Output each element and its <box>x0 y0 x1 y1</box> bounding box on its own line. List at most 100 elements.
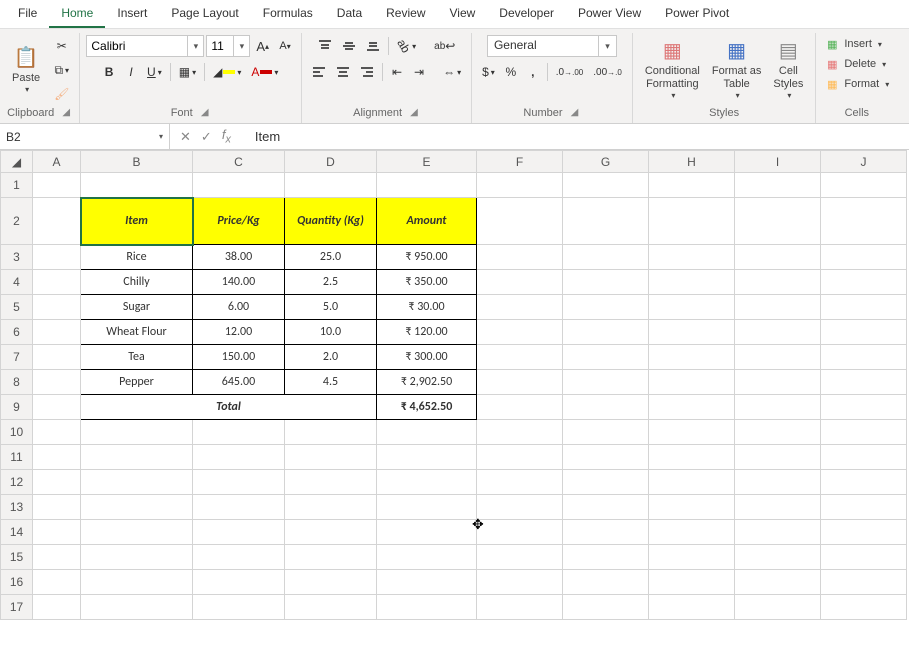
row-header[interactable]: 5 <box>1 295 33 320</box>
tab-home[interactable]: Home <box>49 2 105 28</box>
cell[interactable] <box>735 520 821 545</box>
cell[interactable] <box>735 245 821 270</box>
tab-developer[interactable]: Developer <box>487 2 566 28</box>
tab-view[interactable]: View <box>438 2 488 28</box>
cell[interactable] <box>735 270 821 295</box>
cell[interactable] <box>377 420 477 445</box>
cell[interactable] <box>193 445 285 470</box>
cell[interactable] <box>563 495 649 520</box>
cancel-button[interactable]: ✕ <box>180 129 191 145</box>
cell[interactable] <box>563 370 649 395</box>
tab-page-layout[interactable]: Page Layout <box>159 2 250 28</box>
row-header[interactable]: 12 <box>1 470 33 495</box>
cell[interactable] <box>193 420 285 445</box>
cell[interactable] <box>649 270 735 295</box>
cell[interactable] <box>81 495 193 520</box>
cell-C2[interactable]: Price/Kg <box>193 198 285 245</box>
cell[interactable] <box>33 395 81 420</box>
cell[interactable] <box>33 320 81 345</box>
delete-cells-button[interactable]: ▦Delete▾ <box>822 55 888 73</box>
tab-data[interactable]: Data <box>325 2 374 28</box>
bold-button[interactable]: B <box>99 61 119 83</box>
cell[interactable] <box>81 570 193 595</box>
decrease-indent-button[interactable]: ⇤ <box>387 61 407 83</box>
cell[interactable] <box>477 520 563 545</box>
conditional-formatting-button[interactable]: ▦ Conditional Formatting▾ <box>639 37 706 103</box>
cell[interactable]: ₹ 350.00 <box>377 270 477 295</box>
row-header[interactable]: 1 <box>1 173 33 198</box>
cell[interactable] <box>649 420 735 445</box>
cell-total-amount[interactable]: ₹ 4,652.50 <box>377 395 477 420</box>
col-header-A[interactable]: A <box>33 151 81 173</box>
row-header[interactable]: 8 <box>1 370 33 395</box>
cell[interactable] <box>477 173 563 198</box>
cell[interactable] <box>477 245 563 270</box>
cell[interactable] <box>563 320 649 345</box>
cell[interactable] <box>377 595 477 620</box>
cell[interactable] <box>477 470 563 495</box>
cell[interactable]: 2.5 <box>285 270 377 295</box>
align-top-button[interactable] <box>314 35 336 57</box>
align-bottom-button[interactable] <box>362 35 384 57</box>
cell[interactable]: 140.00 <box>193 270 285 295</box>
col-header-I[interactable]: I <box>735 151 821 173</box>
cell[interactable]: 6.00 <box>193 295 285 320</box>
row-header[interactable]: 10 <box>1 420 33 445</box>
cell[interactable] <box>33 370 81 395</box>
format-cells-button[interactable]: ▦Format▾ <box>822 75 891 93</box>
cell[interactable] <box>81 595 193 620</box>
cell[interactable] <box>477 370 563 395</box>
cell[interactable] <box>33 245 81 270</box>
underline-button[interactable]: U▾ <box>143 61 166 83</box>
col-header-F[interactable]: F <box>477 151 563 173</box>
cell[interactable] <box>477 395 563 420</box>
number-format-combo[interactable]: General ▾ <box>487 35 617 57</box>
name-box[interactable]: B2 ▾ <box>0 124 170 149</box>
cell[interactable] <box>821 420 907 445</box>
cell[interactable]: ₹ 300.00 <box>377 345 477 370</box>
cell[interactable] <box>477 420 563 445</box>
cell[interactable] <box>33 295 81 320</box>
cell[interactable] <box>33 470 81 495</box>
cell[interactable] <box>193 520 285 545</box>
cell[interactable] <box>735 320 821 345</box>
cell[interactable]: Tea <box>81 345 193 370</box>
cell[interactable] <box>377 520 477 545</box>
cell[interactable] <box>285 420 377 445</box>
format-as-table-button[interactable]: ▦ Format as Table▾ <box>706 37 768 103</box>
decrease-decimal-button[interactable]: .00→.0 <box>589 61 626 83</box>
cell[interactable]: Chilly <box>81 270 193 295</box>
cell[interactable]: Wheat Flour <box>81 320 193 345</box>
cell[interactable]: 12.00 <box>193 320 285 345</box>
cell[interactable] <box>33 595 81 620</box>
col-header-H[interactable]: H <box>649 151 735 173</box>
cell[interactable] <box>81 520 193 545</box>
cell[interactable] <box>821 495 907 520</box>
cell[interactable] <box>821 545 907 570</box>
cell-D2[interactable]: Quantity (Kg) <box>285 198 377 245</box>
increase-font-button[interactable]: A▴ <box>252 35 273 57</box>
insert-function-button[interactable]: fx <box>222 127 231 146</box>
cell[interactable]: 4.5 <box>285 370 377 395</box>
tab-review[interactable]: Review <box>374 2 437 28</box>
cell[interactable] <box>649 295 735 320</box>
cell[interactable]: Sugar <box>81 295 193 320</box>
cell[interactable] <box>821 570 907 595</box>
row-header[interactable]: 15 <box>1 545 33 570</box>
cell[interactable] <box>735 173 821 198</box>
cell[interactable] <box>735 295 821 320</box>
cell[interactable]: ₹ 120.00 <box>377 320 477 345</box>
cell[interactable] <box>81 445 193 470</box>
cell[interactable]: 25.0 <box>285 245 377 270</box>
cell[interactable] <box>477 545 563 570</box>
cell[interactable]: Pepper <box>81 370 193 395</box>
cell[interactable] <box>735 495 821 520</box>
cell[interactable] <box>377 495 477 520</box>
cell[interactable] <box>735 445 821 470</box>
row-header[interactable]: 6 <box>1 320 33 345</box>
align-center-button[interactable] <box>332 61 354 83</box>
cell[interactable] <box>477 570 563 595</box>
alignment-dialog-launcher[interactable]: ◢ <box>408 107 420 119</box>
cell[interactable] <box>33 420 81 445</box>
tab-file[interactable]: File <box>6 2 49 28</box>
